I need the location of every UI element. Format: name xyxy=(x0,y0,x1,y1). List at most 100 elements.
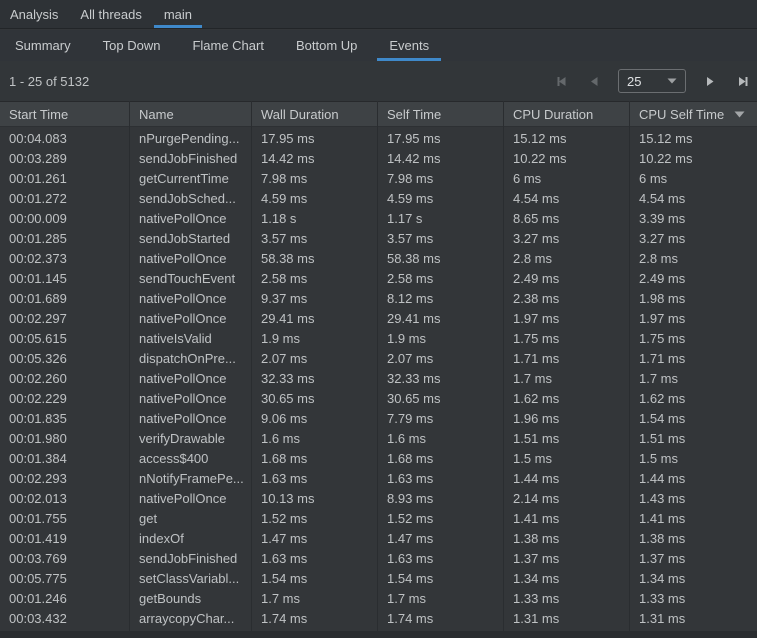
table-row[interactable]: 00:01.261getCurrentTime7.98 ms7.98 ms6 m… xyxy=(0,168,757,188)
cell-cpu-self-time: 1.98 ms xyxy=(630,288,757,308)
column-divider[interactable] xyxy=(129,101,130,631)
table-row[interactable]: 00:02.229nativePollOnce30.65 ms30.65 ms1… xyxy=(0,388,757,408)
cell-cpu-duration: 1.31 ms xyxy=(504,608,630,628)
cell-cpu-duration: 1.38 ms xyxy=(504,528,630,548)
next-page-icon[interactable] xyxy=(702,73,718,89)
chevron-down-icon xyxy=(667,78,677,84)
cell-self-time: 32.33 ms xyxy=(378,368,504,388)
tab-main[interactable]: main xyxy=(154,0,202,28)
cell-start-time: 00:01.980 xyxy=(0,428,130,448)
page-size-dropdown[interactable]: 25 xyxy=(618,69,686,93)
column-divider[interactable] xyxy=(503,101,504,631)
table-row[interactable]: 00:03.432arraycopyChar...1.74 ms1.74 ms1… xyxy=(0,608,757,628)
table-row[interactable]: 00:01.980verifyDrawable1.6 ms1.6 ms1.51 … xyxy=(0,428,757,448)
table-row[interactable]: 00:01.419indexOf1.47 ms1.47 ms1.38 ms1.3… xyxy=(0,528,757,548)
cell-name: nativePollOnce xyxy=(130,308,252,328)
column-header-name[interactable]: Name xyxy=(130,102,252,126)
column-divider[interactable] xyxy=(251,101,252,631)
tab-summary[interactable]: Summary xyxy=(3,30,83,61)
table-row[interactable]: 00:01.755get1.52 ms1.52 ms1.41 ms1.41 ms xyxy=(0,508,757,528)
table-row[interactable]: 00:01.246getBounds1.7 ms1.7 ms1.33 ms1.3… xyxy=(0,588,757,608)
cell-self-time: 1.6 ms xyxy=(378,428,504,448)
bottom-edge xyxy=(0,631,757,638)
table-row[interactable]: 00:01.835nativePollOnce9.06 ms7.79 ms1.9… xyxy=(0,408,757,428)
cell-wall-duration: 29.41 ms xyxy=(252,308,378,328)
cell-wall-duration: 58.38 ms xyxy=(252,248,378,268)
cell-cpu-self-time: 6 ms xyxy=(630,168,757,188)
tab-all-threads[interactable]: All threads xyxy=(70,0,151,28)
cell-self-time: 1.63 ms xyxy=(378,548,504,568)
first-page-icon[interactable] xyxy=(554,73,570,89)
cell-cpu-self-time: 1.62 ms xyxy=(630,388,757,408)
cell-name: indexOf xyxy=(130,528,252,548)
tab-analysis[interactable]: Analysis xyxy=(0,0,68,28)
column-header-cpu-self-time[interactable]: CPU Self Time xyxy=(630,102,757,126)
table-row[interactable]: 00:05.326dispatchOnPre...2.07 ms2.07 ms1… xyxy=(0,348,757,368)
column-header-wall-duration[interactable]: Wall Duration xyxy=(252,102,378,126)
cell-start-time: 00:01.261 xyxy=(0,168,130,188)
cell-cpu-duration: 1.33 ms xyxy=(504,588,630,608)
cell-self-time: 30.65 ms xyxy=(378,388,504,408)
tab-top-down[interactable]: Top Down xyxy=(91,30,173,61)
cell-wall-duration: 32.33 ms xyxy=(252,368,378,388)
table-row[interactable]: 00:05.775setClassVariabl...1.54 ms1.54 m… xyxy=(0,568,757,588)
cell-wall-duration: 2.07 ms xyxy=(252,348,378,368)
column-header-start-time[interactable]: Start Time xyxy=(0,102,130,126)
cell-self-time: 1.17 s xyxy=(378,208,504,228)
cell-start-time: 00:03.289 xyxy=(0,148,130,168)
cell-name: get xyxy=(130,508,252,528)
table-row[interactable]: 00:01.145sendTouchEvent2.58 ms2.58 ms2.4… xyxy=(0,268,757,288)
table-row[interactable]: 00:01.285sendJobStarted3.57 ms3.57 ms3.2… xyxy=(0,228,757,248)
cell-name: nativePollOnce xyxy=(130,248,252,268)
cell-self-time: 1.52 ms xyxy=(378,508,504,528)
cell-start-time: 00:03.769 xyxy=(0,548,130,568)
table-row[interactable]: 00:01.689nativePollOnce9.37 ms8.12 ms2.3… xyxy=(0,288,757,308)
column-header-label: CPU Duration xyxy=(513,107,593,122)
cell-self-time: 2.07 ms xyxy=(378,348,504,368)
cell-start-time: 00:02.293 xyxy=(0,468,130,488)
cell-wall-duration: 4.59 ms xyxy=(252,188,378,208)
column-header-cpu-duration[interactable]: CPU Duration xyxy=(504,102,630,126)
cell-cpu-self-time: 1.97 ms xyxy=(630,308,757,328)
table-row[interactable]: 00:01.272sendJobSched...4.59 ms4.59 ms4.… xyxy=(0,188,757,208)
column-divider[interactable] xyxy=(377,101,378,631)
cell-cpu-self-time: 1.43 ms xyxy=(630,488,757,508)
last-page-icon[interactable] xyxy=(734,73,750,89)
cell-cpu-self-time: 1.54 ms xyxy=(630,408,757,428)
cell-cpu-duration: 1.71 ms xyxy=(504,348,630,368)
table-row[interactable]: 00:00.009nativePollOnce1.18 s1.17 s8.65 … xyxy=(0,208,757,228)
cell-start-time: 00:05.615 xyxy=(0,328,130,348)
tab-events[interactable]: Events xyxy=(377,30,441,61)
cell-cpu-duration: 2.38 ms xyxy=(504,288,630,308)
cell-cpu-duration: 2.14 ms xyxy=(504,488,630,508)
cell-cpu-duration: 3.27 ms xyxy=(504,228,630,248)
tab-bottom-up[interactable]: Bottom Up xyxy=(284,30,369,61)
column-divider[interactable] xyxy=(629,101,630,631)
cell-self-time: 58.38 ms xyxy=(378,248,504,268)
cell-cpu-self-time: 1.38 ms xyxy=(630,528,757,548)
cell-cpu-self-time: 1.71 ms xyxy=(630,348,757,368)
column-header-label: CPU Self Time xyxy=(639,107,724,122)
column-header-self-time[interactable]: Self Time xyxy=(378,102,504,126)
cell-wall-duration: 1.7 ms xyxy=(252,588,378,608)
table-row[interactable]: 00:03.289sendJobFinished14.42 ms14.42 ms… xyxy=(0,148,757,168)
table-row[interactable]: 00:02.373nativePollOnce58.38 ms58.38 ms2… xyxy=(0,248,757,268)
previous-page-icon[interactable] xyxy=(586,73,602,89)
cell-cpu-self-time: 2.49 ms xyxy=(630,268,757,288)
cell-cpu-duration: 1.97 ms xyxy=(504,308,630,328)
cell-start-time: 00:02.260 xyxy=(0,368,130,388)
table-row[interactable]: 00:01.384access$4001.68 ms1.68 ms1.5 ms1… xyxy=(0,448,757,468)
table-row[interactable]: 00:02.297nativePollOnce29.41 ms29.41 ms1… xyxy=(0,308,757,328)
table-row[interactable]: 00:02.013nativePollOnce10.13 ms8.93 ms2.… xyxy=(0,488,757,508)
table-row[interactable]: 00:02.293nNotifyFramePe...1.63 ms1.63 ms… xyxy=(0,468,757,488)
cell-name: sendJobFinished xyxy=(130,548,252,568)
table-row[interactable]: 00:05.615nativeIsValid1.9 ms1.9 ms1.75 m… xyxy=(0,328,757,348)
cell-name: sendJobFinished xyxy=(130,148,252,168)
table-row[interactable]: 00:04.083nPurgePending...17.95 ms17.95 m… xyxy=(0,128,757,148)
column-header-label: Wall Duration xyxy=(261,107,339,122)
tab-flame-chart[interactable]: Flame Chart xyxy=(180,30,276,61)
table-row[interactable]: 00:03.769sendJobFinished1.63 ms1.63 ms1.… xyxy=(0,548,757,568)
cell-cpu-duration: 2.8 ms xyxy=(504,248,630,268)
cell-cpu-self-time: 1.41 ms xyxy=(630,508,757,528)
table-row[interactable]: 00:02.260nativePollOnce32.33 ms32.33 ms1… xyxy=(0,368,757,388)
